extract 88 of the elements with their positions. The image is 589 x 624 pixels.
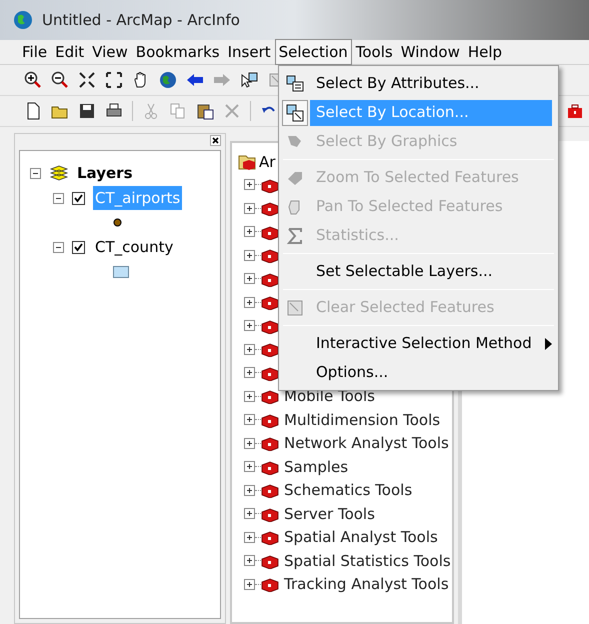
layers-icon [49,165,69,181]
collapse-button[interactable] [53,242,64,252]
layers-heading: Layers [77,162,132,184]
toolbox-name[interactable]: Tracking Analyst Tools [284,573,449,596]
catalog-heading: Ar [259,152,276,173]
collapse-button[interactable] [53,192,64,204]
menu-item[interactable]: Bookmarks [132,38,224,66]
menu-item[interactable]: File [18,38,52,66]
collapse-button[interactable] [30,168,41,178]
globe-icon [12,9,34,31]
expand-button[interactable] [244,250,255,261]
toolbox-icon [261,270,279,287]
menu-item[interactable]: Edit [51,38,88,66]
expand-button[interactable] [244,296,255,308]
toolbox-icon [261,412,279,428]
toolbox-icon [261,294,279,310]
toolbox-icon [261,552,279,569]
menu-item[interactable]: Selection [274,38,352,66]
toolbox-icon[interactable] [566,102,584,120]
expand-button[interactable] [244,484,255,496]
menu-item[interactable]: Window [396,38,464,66]
toolbox-name[interactable]: Multidimension Tools [284,408,440,431]
sigma-icon [286,226,304,244]
paste-icon[interactable] [196,102,214,120]
expand-button[interactable] [244,202,255,214]
toolbox-name[interactable]: Spatial Statistics Tools [284,550,451,572]
toolbox-icon [261,458,279,475]
toolbox-icon [261,388,279,404]
expand-button[interactable] [244,508,255,520]
toolbox-icon [261,176,279,193]
expand-button[interactable] [244,414,255,426]
fixed-zoom-out-icon[interactable] [105,71,123,89]
toolbox-icon [261,482,279,498]
toolbox-icon [261,576,279,592]
save-icon[interactable] [78,102,96,120]
clear-selection-icon [286,298,304,316]
toolbox-name[interactable]: Schematics Tools [284,479,412,502]
toolbox-icon [261,247,279,264]
layer-name[interactable]: CT_county [93,234,176,260]
polygon-symbol-icon [113,266,129,278]
toolbox-icon [261,506,279,522]
menu-item[interactable]: Help [464,38,506,66]
expand-button[interactable] [244,344,255,355]
menu-item[interactable]: Insert [224,38,275,66]
window-title: Untitled - ArcMap - ArcInfo [42,10,240,31]
toolbox-icon [261,224,279,240]
toolbox-name[interactable]: Server Tools [284,502,375,525]
expand-button[interactable] [244,273,255,284]
menu-item[interactable]: Set Selectable Layers... [310,258,552,284]
checkbox[interactable] [72,192,85,204]
fixed-zoom-in-icon[interactable] [78,71,96,89]
expand-button[interactable] [244,438,255,449]
toolbox-name[interactable]: Samples [284,456,348,478]
menu-item[interactable]: Options... [310,360,552,386]
expand-button[interactable] [244,461,255,472]
menu-item[interactable]: View [88,38,132,66]
toolbox-icon [261,529,279,546]
expand-button[interactable] [244,367,255,378]
zoom-in-icon[interactable] [24,71,42,89]
close-button[interactable] [210,134,221,146]
toolbox-icon [261,364,279,381]
zoom-out-icon[interactable] [51,71,69,89]
expand-button[interactable] [244,390,255,402]
point-symbol-icon [113,218,122,227]
toolbox-icon [261,435,279,452]
toolbox-icon [261,200,279,216]
back-arrow-icon[interactable] [186,71,204,89]
checkbox[interactable] [72,240,85,254]
select-features-icon[interactable] [240,71,258,89]
expand-button[interactable] [244,179,255,190]
toolbox-name[interactable]: Spatial Analyst Tools [284,526,438,548]
expand-button[interactable] [244,320,255,332]
toolbox-folder-icon [238,154,256,170]
select-by-location-icon [286,104,304,122]
expand-button[interactable] [244,555,255,566]
submenu-arrow-icon [545,338,552,350]
toolbox-icon [261,318,279,334]
globe-icon[interactable] [159,71,177,89]
toolbox-icon [261,341,279,358]
toolbox-name[interactable]: Network Analyst Tools [284,432,449,454]
select-by-attributes-icon [286,74,304,92]
expand-button[interactable] [244,578,255,590]
expand-button[interactable] [244,532,255,543]
menu-item[interactable]: Select By Attributes... [310,70,552,96]
menu-item[interactable]: Tools [352,38,397,66]
expand-button[interactable] [244,226,255,238]
close-icon [212,136,219,144]
menu-item[interactable]: Interactive Selection Method [310,330,552,356]
